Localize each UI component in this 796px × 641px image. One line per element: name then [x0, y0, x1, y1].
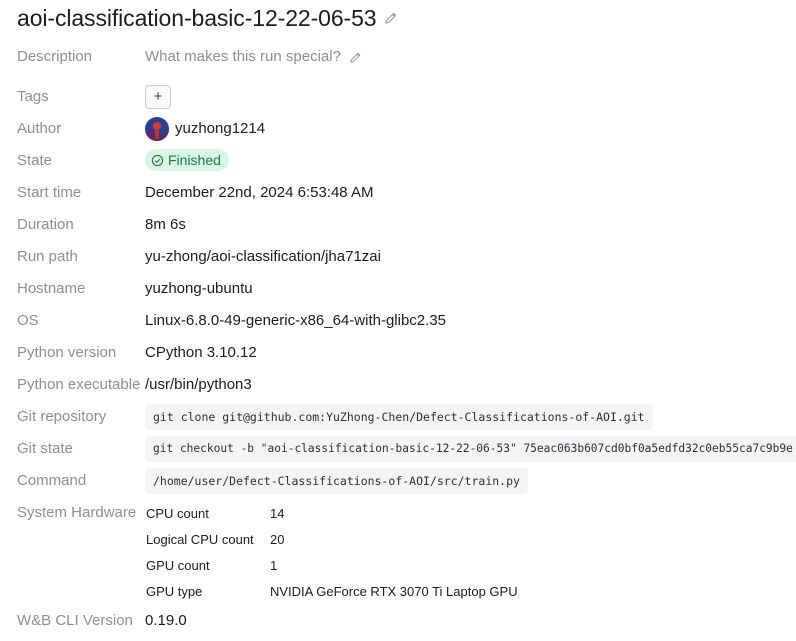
start-time-label: Start time: [17, 184, 82, 201]
command-code[interactable]: /home/user/Defect-Classifications-of-AOI…: [145, 468, 528, 494]
hardware-value: 1: [270, 558, 278, 573]
run-path-label: Run path: [17, 248, 78, 265]
add-tag-button[interactable]: +: [145, 85, 171, 109]
pencil-icon[interactable]: [349, 51, 362, 64]
python-executable-label: Python executable: [17, 376, 141, 393]
hostname-value: yuzhong-ubuntu: [145, 280, 253, 297]
description-placeholder: What makes this run special?: [145, 48, 341, 65]
run-title-row: aoi-classification-basic-12-22-06-53: [17, 4, 398, 32]
run-path-value[interactable]: yu-zhong/aoi-classification/jha71zai: [145, 245, 381, 269]
git-repository-label: Git repository: [17, 408, 107, 425]
system-hardware-label: System Hardware: [17, 504, 137, 521]
state-label: State: [17, 152, 53, 169]
hardware-value: 20: [270, 532, 285, 547]
os-value: Linux-6.8.0-49-generic-x86_64-with-glibc…: [145, 312, 447, 329]
git-state-code[interactable]: git checkout -b "aoi-classification-basi…: [145, 436, 796, 462]
git-state-label: Git state: [17, 440, 73, 457]
cli-version-label: W&B CLI Version: [17, 612, 133, 629]
check-circle-icon: [151, 154, 164, 166]
hostname-label: Hostname: [17, 280, 86, 297]
command-label: Command: [17, 472, 87, 489]
status-text: Finished: [168, 152, 221, 168]
tags-label: Tags: [17, 88, 49, 105]
author-name[interactable]: yuzhong1214: [175, 117, 265, 141]
os-label: OS: [17, 312, 39, 329]
python-executable-value: /usr/bin/python3: [145, 376, 252, 393]
pencil-icon[interactable]: [384, 11, 398, 25]
status-badge: Finished: [145, 149, 229, 171]
run-title: aoi-classification-basic-12-22-06-53: [17, 4, 377, 31]
hardware-key: Logical CPU count: [146, 532, 254, 547]
hardware-value: NVIDIA GeForce RTX 3070 Ti Laptop GPU: [270, 584, 518, 599]
avatar[interactable]: [145, 117, 169, 141]
hardware-key: CPU count: [146, 506, 209, 521]
start-time-value: December 22nd, 2024 6:53:48 AM: [145, 184, 374, 201]
hardware-value: 14: [270, 506, 285, 521]
hardware-key: GPU type: [146, 584, 203, 599]
python-version-value: CPython 3.10.12: [145, 344, 257, 361]
author-label: Author: [17, 120, 62, 137]
python-version-label: Python version: [17, 344, 117, 361]
duration-label: Duration: [17, 216, 74, 233]
duration-value: 8m 6s: [145, 216, 186, 233]
description-label: Description: [17, 48, 93, 65]
git-repository-code[interactable]: git clone git@github.com:YuZhong-Chen/De…: [145, 404, 653, 430]
hardware-key: GPU count: [146, 558, 210, 573]
description-field[interactable]: What makes this run special?: [145, 45, 362, 69]
cli-version-value: 0.19.0: [145, 612, 187, 629]
